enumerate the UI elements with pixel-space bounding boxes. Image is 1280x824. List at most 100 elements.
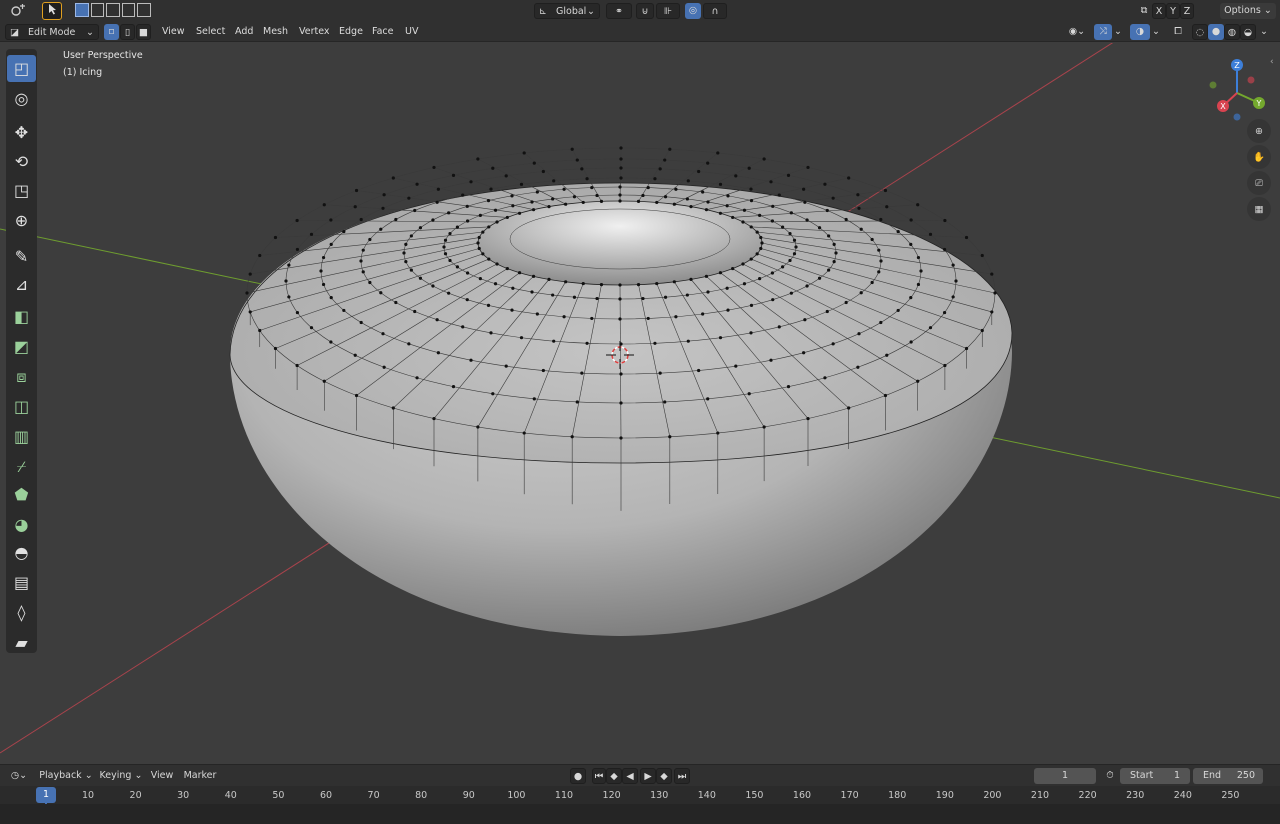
mesh-vertex[interactable]: [619, 176, 623, 180]
mesh-vertex[interactable]: [447, 211, 451, 215]
mesh-vertex[interactable]: [823, 182, 827, 186]
mesh-vertex[interactable]: [511, 286, 515, 290]
mesh-vertex[interactable]: [451, 385, 456, 389]
mesh-vertex[interactable]: [273, 235, 278, 240]
mesh-vertex[interactable]: [481, 230, 485, 234]
mesh-vertex[interactable]: [572, 195, 577, 199]
overlays-toggle[interactable]: ◑: [1130, 24, 1150, 40]
mesh-vertex[interactable]: [599, 283, 604, 287]
mesh-vertex[interactable]: [447, 291, 451, 295]
mesh-vertex[interactable]: [916, 282, 921, 287]
mesh-vertex[interactable]: [495, 220, 499, 224]
mesh-vertex[interactable]: [530, 290, 534, 294]
mesh-vertex[interactable]: [451, 173, 456, 177]
mesh-vertex[interactable]: [759, 235, 763, 240]
cursor-tool[interactable]: ◎: [7, 85, 36, 112]
mesh-vertex[interactable]: [391, 406, 395, 410]
mesh-vertex[interactable]: [476, 241, 480, 245]
mesh-vertex[interactable]: [619, 157, 623, 161]
mesh-vertex[interactable]: [511, 204, 515, 208]
mesh-vertex[interactable]: [689, 205, 693, 209]
mesh-vertex[interactable]: [655, 200, 659, 205]
mesh-vertex[interactable]: [909, 296, 913, 300]
mesh-vertex[interactable]: [519, 182, 524, 186]
mesh-vertex[interactable]: [990, 272, 994, 276]
mesh-vertex[interactable]: [585, 177, 589, 181]
mesh-vertex[interactable]: [415, 376, 419, 380]
mesh-vertex[interactable]: [478, 277, 482, 281]
mesh-vertex[interactable]: [803, 200, 807, 204]
select-subtract-icon[interactable]: [106, 3, 120, 17]
mesh-vertex[interactable]: [951, 295, 955, 299]
mesh-vertex[interactable]: [379, 291, 383, 295]
mesh-vertex[interactable]: [806, 416, 810, 421]
mesh-vertex[interactable]: [827, 234, 831, 238]
timeline-track[interactable]: [0, 804, 1280, 824]
edge-select-mode[interactable]: ▯: [120, 24, 135, 40]
select-invert-icon[interactable]: [121, 3, 136, 17]
mesh-vertex[interactable]: [491, 392, 495, 396]
mesh-vertex[interactable]: [487, 257, 491, 261]
mesh-vertex[interactable]: [295, 310, 300, 315]
mesh-vertex[interactable]: [990, 310, 994, 314]
mesh-vertex[interactable]: [844, 217, 848, 222]
select-box-tool[interactable]: ◰: [7, 55, 36, 82]
mesh-vertex[interactable]: [391, 176, 395, 180]
mesh-vertex[interactable]: [402, 251, 406, 255]
mesh-vertex[interactable]: [564, 280, 568, 284]
mesh-vertex[interactable]: [909, 242, 913, 246]
current-frame-field[interactable]: 1: [1034, 768, 1096, 784]
end-frame-field[interactable]: End 250: [1193, 768, 1263, 784]
mesh-vertex[interactable]: [674, 315, 678, 319]
measure-tool[interactable]: ⊿: [7, 271, 36, 298]
zoom-button[interactable]: ⊕: [1247, 119, 1271, 143]
shrink-fatten-tool[interactable]: ◊: [7, 599, 36, 626]
extrude-region-tool[interactable]: ◩: [7, 333, 36, 360]
mesh-vertex[interactable]: [531, 208, 536, 212]
mesh-vertex[interactable]: [461, 325, 465, 329]
mesh-vertex[interactable]: [354, 188, 359, 193]
timeline-view-menu[interactable]: View: [148, 768, 176, 784]
mesh-vertex[interactable]: [404, 242, 408, 246]
mesh-vertex[interactable]: [329, 340, 333, 344]
mesh-vertex[interactable]: [618, 283, 622, 287]
inset-faces-tool[interactable]: ⧈: [7, 363, 36, 390]
mesh-vertex[interactable]: [379, 227, 383, 231]
mesh-vertex[interactable]: [786, 173, 791, 177]
mesh-vertex[interactable]: [653, 341, 657, 345]
mesh-vertex[interactable]: [755, 252, 759, 256]
mesh-vertex[interactable]: [436, 351, 440, 355]
mesh-vertex[interactable]: [580, 371, 584, 375]
xray-toggle[interactable]: ⧠: [1170, 24, 1186, 40]
menu-view[interactable]: View: [162, 22, 185, 42]
mesh-vertex[interactable]: [770, 271, 775, 275]
mesh-vertex[interactable]: [794, 245, 798, 249]
mesh-vertex[interactable]: [465, 219, 470, 223]
transform-tool[interactable]: ⊕: [7, 207, 36, 234]
object-visibility-dropdown[interactable]: ◉⌄: [1064, 24, 1090, 40]
mesh-vertex[interactable]: [883, 393, 888, 398]
mesh-vertex[interactable]: [726, 308, 730, 312]
mesh-vertex[interactable]: [487, 225, 491, 229]
mesh-vertex[interactable]: [570, 435, 574, 439]
mesh-vertex[interactable]: [817, 276, 822, 280]
mesh-vertex[interactable]: [856, 365, 860, 369]
mesh-vertex[interactable]: [505, 266, 509, 271]
mesh-vertex[interactable]: [359, 259, 363, 263]
mesh-vertex[interactable]: [575, 158, 579, 162]
mesh-vertex[interactable]: [477, 246, 481, 251]
mesh-vertex[interactable]: [769, 180, 773, 184]
mesh-vertex[interactable]: [245, 291, 249, 295]
mesh-vertex[interactable]: [825, 309, 829, 314]
mesh-vertex[interactable]: [704, 208, 709, 212]
snap-element-dropdown[interactable]: ⊪: [656, 3, 680, 19]
menu-mesh[interactable]: Mesh: [263, 22, 288, 42]
mesh-vertex[interactable]: [827, 268, 831, 272]
mesh-vertex[interactable]: [552, 339, 556, 343]
mesh-vertex[interactable]: [749, 225, 753, 229]
mesh-vertex[interactable]: [618, 297, 622, 301]
mesh-vertex[interactable]: [697, 169, 701, 174]
mesh-vertex[interactable]: [896, 229, 900, 234]
overlays-dropdown[interactable]: ⌄: [1150, 24, 1162, 40]
jump-start-button[interactable]: ⏮: [592, 768, 606, 784]
